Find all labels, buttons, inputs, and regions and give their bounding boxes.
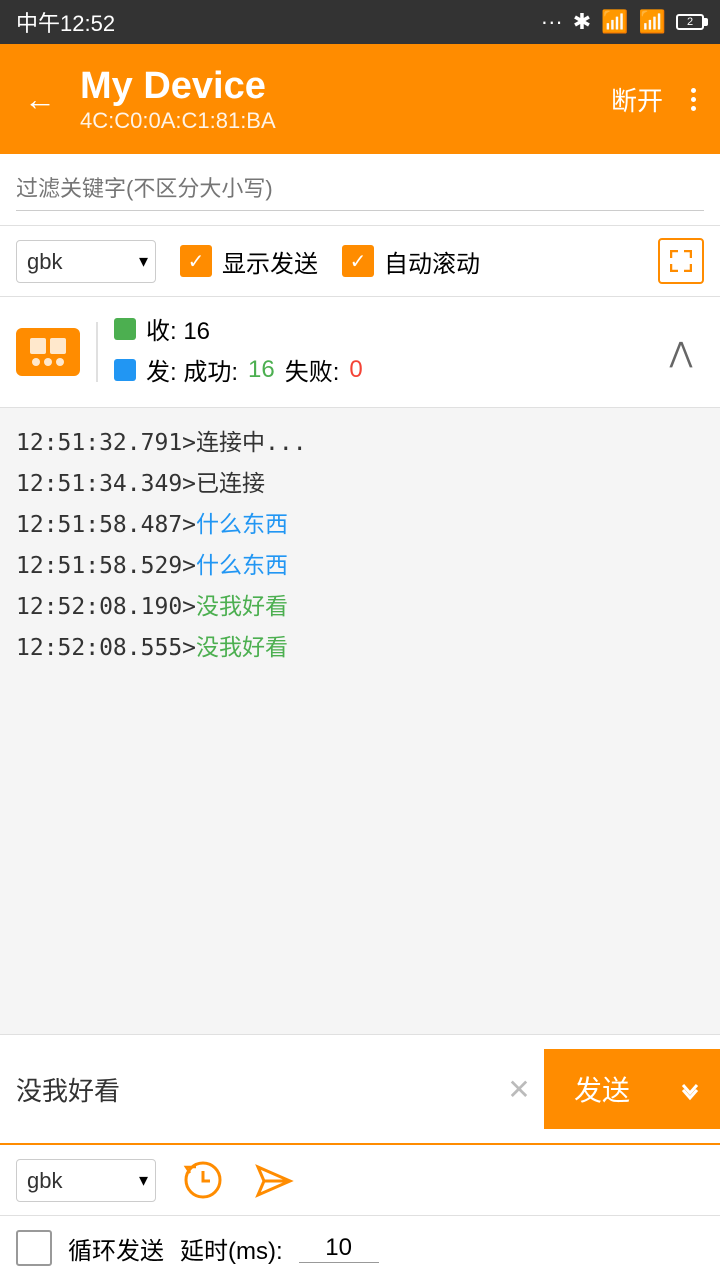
send-prefix: 发: 成功: [146,352,238,387]
log-time: 12:51:32.791> [16,424,196,463]
send-success-count: 16 [248,356,275,384]
collapse-button[interactable]: ⋀ [658,329,704,375]
delay-input[interactable] [299,1234,379,1263]
loop-send-label: 循环发送 [68,1231,164,1266]
send-fail-prefix: 失败: [285,352,340,387]
auto-scroll-label: 自动滚动 [384,244,480,279]
log-time: 12:52:08.555> [16,629,196,668]
collapse-input-button[interactable] [660,1049,720,1129]
filter-bar [0,154,720,226]
encoding-select-wrapper: gbk utf-8 ascii [16,240,156,283]
loop-send-checkbox[interactable] [16,1230,52,1266]
stats-bar: 收: 16 发: 成功: 16 失败: 0 ⋀ [0,297,720,408]
log-area: 12:51:32.791> 连接中...12:51:34.349> 已连接12:… [0,408,720,908]
bluetooth-icon: ✱ [573,9,591,35]
log-text: 没我好看 [196,588,288,627]
stats-info: 收: 16 发: 成功: 16 失败: 0 [114,311,642,393]
stats-divider [96,322,98,382]
send-button[interactable]: 发送 [544,1049,660,1129]
show-send-checkbox[interactable]: ✓ [180,245,212,277]
battery-icon: 2 [676,14,704,30]
bottom-area: ✕ 发送 gbk utf-8 ascii [0,1034,720,1280]
device-info: My Device 4C:C0:0A:C1:81:BA [80,65,595,134]
header-actions: 断开 [611,80,704,119]
filter-input[interactable] [16,168,704,211]
clear-input-button[interactable]: ✕ [494,1064,544,1114]
log-entry: 12:51:58.487> 什么东西 [16,506,704,545]
message-input[interactable] [16,1070,494,1109]
send-history-button[interactable] [250,1157,296,1203]
bottom-encoding-select[interactable]: gbk utf-8 ascii [16,1159,156,1202]
device-address: 4C:C0:0A:C1:81:BA [80,108,595,134]
log-text: 什么东西 [196,506,288,545]
log-text: 没我好看 [196,629,288,668]
log-time: 12:51:58.529> [16,547,196,586]
back-button[interactable]: ← [16,73,64,126]
input-row: ✕ 发送 [0,1035,720,1145]
recv-stat: 收: 16 [114,311,642,346]
status-time: 中午12:52 [16,6,115,38]
auto-scroll-checkbox[interactable]: ✓ [342,245,374,277]
bottom-tools: gbk utf-8 ascii [0,1145,720,1216]
device-name: My Device [80,65,595,108]
log-entry: 12:52:08.190> 没我好看 [16,588,704,627]
log-entry: 12:51:32.791> 连接中... [16,424,704,463]
signal-icon: ··· [541,9,563,35]
log-time: 12:51:58.487> [16,506,196,545]
wifi-icon: 📶 [639,9,666,35]
bottom-encoding-wrapper: gbk utf-8 ascii [16,1159,156,1202]
recv-indicator [114,318,136,340]
log-entry: 12:52:08.555> 没我好看 [16,629,704,668]
disconnect-button[interactable]: 断开 [611,81,663,118]
auto-scroll-group: ✓ 自动滚动 [342,244,480,279]
controls-bar: gbk utf-8 ascii ✓ 显示发送 ✓ 自动滚动 [0,226,720,297]
encoding-select[interactable]: gbk utf-8 ascii [16,240,156,283]
header: ← My Device 4C:C0:0A:C1:81:BA 断开 [0,44,720,154]
log-time: 12:52:08.190> [16,588,196,627]
network-icon: 📶 [601,9,628,35]
expand-button[interactable] [658,238,704,284]
log-time: 12:51:34.349> [16,465,196,504]
show-send-group: ✓ 显示发送 [180,244,318,279]
stats-controls-button[interactable] [16,328,80,376]
log-text: 什么东西 [196,547,288,586]
more-button[interactable] [683,80,704,119]
show-send-label: 显示发送 [222,244,318,279]
history-button[interactable] [180,1157,226,1203]
log-text: 连接中... [196,424,307,463]
log-text: 已连接 [196,465,265,504]
log-entry: 12:51:34.349> 已连接 [16,465,704,504]
send-indicator [114,359,136,381]
send-stat: 发: 成功: 16 失败: 0 [114,352,642,387]
send-fail-count: 0 [349,356,362,384]
recv-label: 收: 16 [146,311,210,346]
delay-label: 延时(ms): [180,1231,283,1266]
loop-row: 循环发送 延时(ms): [0,1216,720,1280]
status-bar: 中午12:52 ··· ✱ 📶 📶 2 [0,0,720,44]
log-entry: 12:51:58.529> 什么东西 [16,547,704,586]
status-icons: ··· ✱ 📶 📶 2 [541,9,704,35]
